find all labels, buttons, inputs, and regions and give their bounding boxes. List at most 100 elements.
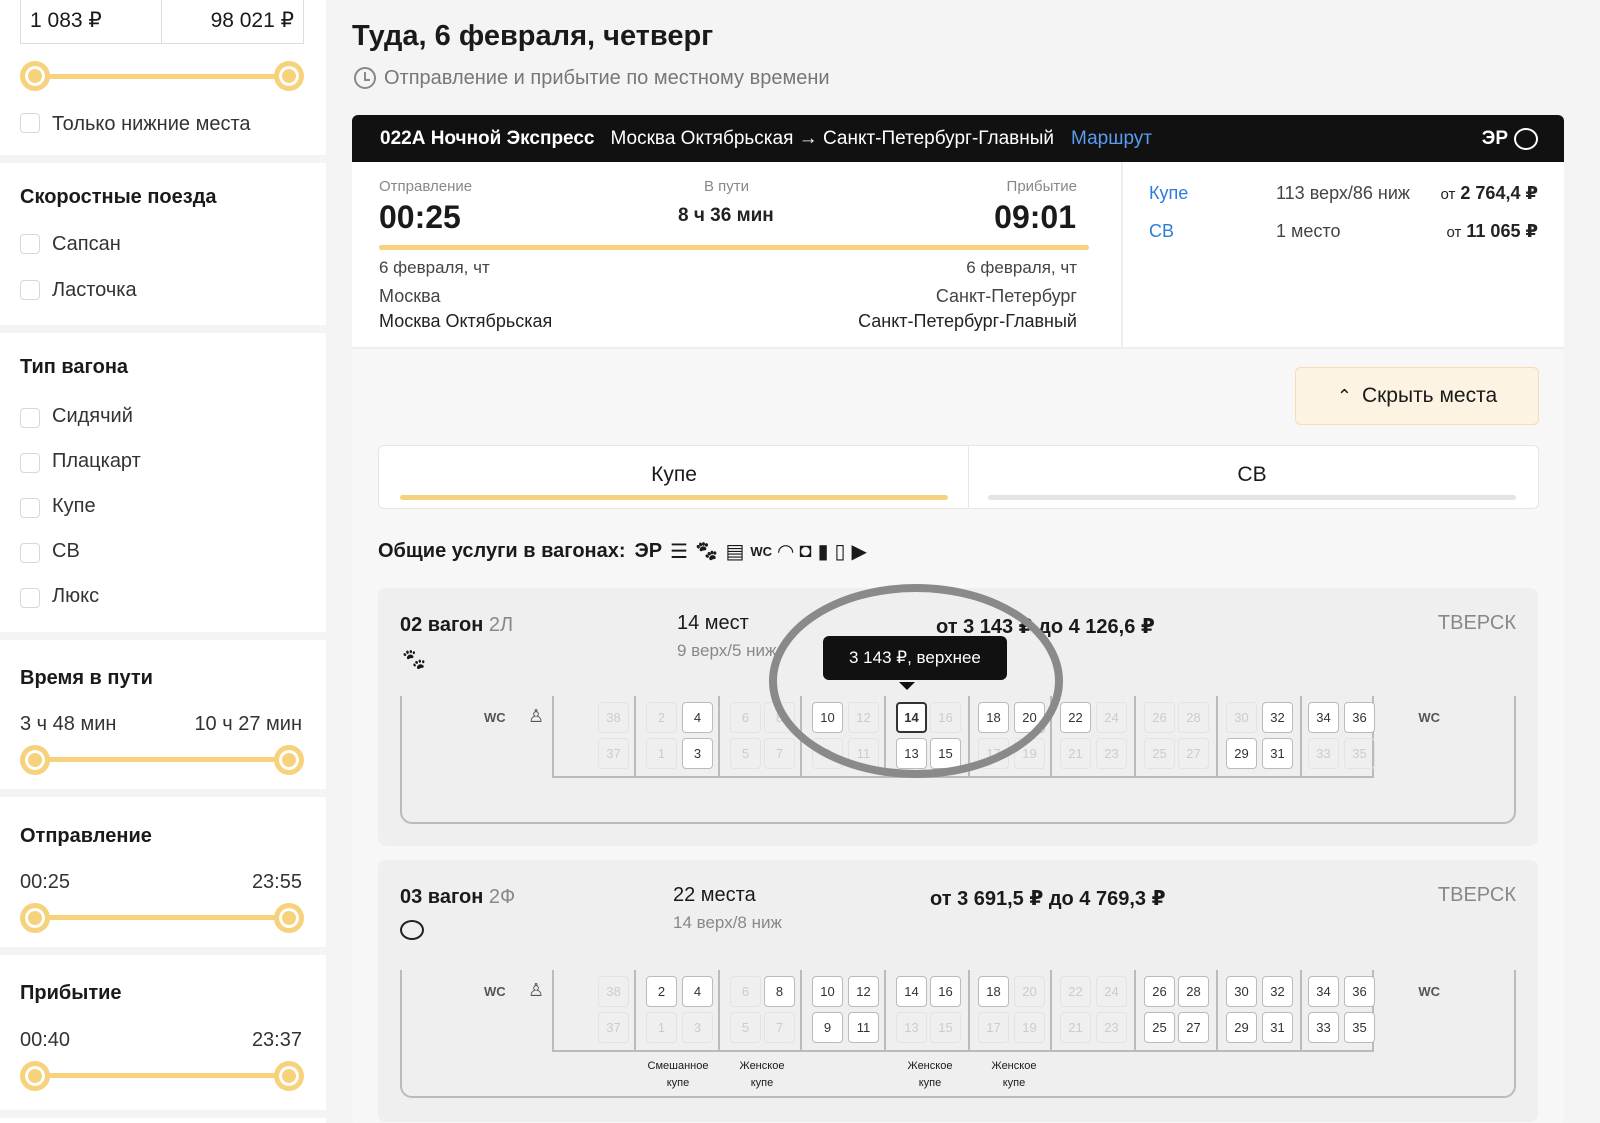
seat-26[interactable]: 26 xyxy=(1144,976,1175,1007)
arrival-max: 23:37 xyxy=(251,1029,302,1051)
seat-28[interactable]: 28 xyxy=(1178,976,1209,1007)
video-icon: ▶ xyxy=(851,541,867,563)
travel-time-max: 10 ч 27 мин xyxy=(194,713,302,735)
compartment-divider xyxy=(718,970,720,1052)
platzkart-checkbox[interactable] xyxy=(20,453,40,473)
seat-34[interactable]: 34 xyxy=(1308,702,1339,733)
arrival-city: Санкт-Петербург xyxy=(935,286,1077,306)
seat-8[interactable]: 8 xyxy=(764,976,795,1007)
fast-trains-heading: Скоростные поезда xyxy=(20,186,217,208)
seat-36[interactable]: 36 xyxy=(1344,976,1375,1007)
car-number: 03 вагон 2Ф xyxy=(400,886,516,908)
journey-progress-bar xyxy=(379,245,1089,250)
compartment-divider xyxy=(968,970,970,1052)
tab-kupe-indicator xyxy=(400,495,948,500)
lastochka-label: Ласточка xyxy=(52,279,137,301)
travel-time-min-handle[interactable] xyxy=(20,745,50,775)
arrival-track[interactable] xyxy=(34,1073,289,1078)
seat-3: 3 xyxy=(682,1012,713,1043)
sapsan-label: Сапсан xyxy=(52,233,121,255)
lastochka-checkbox[interactable] xyxy=(20,280,40,300)
price-min-value: 1 083 ₽ xyxy=(30,8,102,32)
wc-icon: WC xyxy=(750,544,773,559)
seat-30: 30 xyxy=(1226,702,1257,733)
seat-36[interactable]: 36 xyxy=(1344,702,1375,733)
seat-17: 17 xyxy=(978,1012,1009,1043)
price-slider-track[interactable] xyxy=(34,74,289,79)
seat-29[interactable]: 29 xyxy=(1226,1012,1257,1043)
departure-track[interactable] xyxy=(34,915,289,920)
seat-14[interactable]: 14 xyxy=(896,976,927,1007)
class-sv-price: от 11 065 ₽ xyxy=(1446,221,1539,241)
seat-12[interactable]: 12 xyxy=(848,976,879,1007)
lux-checkbox[interactable] xyxy=(20,588,40,608)
seat-31[interactable]: 31 xyxy=(1262,738,1293,769)
seat-35[interactable]: 35 xyxy=(1344,1012,1375,1043)
travel-time-max-handle[interactable] xyxy=(274,745,304,775)
seat-29[interactable]: 29 xyxy=(1226,738,1257,769)
seat-1: 1 xyxy=(646,1012,677,1043)
compartment-divider xyxy=(1300,970,1302,1052)
seat-2[interactable]: 2 xyxy=(646,976,677,1007)
seat-4[interactable]: 4 xyxy=(682,702,713,733)
seat-4[interactable]: 4 xyxy=(682,976,713,1007)
conductor-icon: ♙ xyxy=(528,980,545,1000)
seat-2: 2 xyxy=(646,702,677,733)
seat-7: 7 xyxy=(764,1012,795,1043)
seat-23: 23 xyxy=(1096,1012,1127,1043)
departure-min-handle[interactable] xyxy=(20,903,50,933)
compartment-floor xyxy=(552,776,1374,778)
departure-date: 6 февраля, чт xyxy=(379,258,490,277)
chevron-up-icon: ⌃ xyxy=(1336,385,1352,406)
seat-18[interactable]: 18 xyxy=(978,976,1009,1007)
seat-3[interactable]: 3 xyxy=(682,738,713,769)
price-min-handle[interactable] xyxy=(20,61,50,91)
seat-11[interactable]: 11 xyxy=(848,1012,879,1043)
price-max-field[interactable]: 98 021 ₽ xyxy=(161,0,304,44)
seat-33[interactable]: 33 xyxy=(1308,1012,1339,1043)
compartment-divider xyxy=(1050,970,1052,1052)
seat-32[interactable]: 32 xyxy=(1262,976,1293,1007)
hygiene-kit-icon: ▮ xyxy=(817,541,829,563)
departure-max-handle[interactable] xyxy=(274,903,304,933)
class-kupe-seats: 113 верх/86 ниж xyxy=(1276,183,1410,203)
seat-7: 7 xyxy=(764,738,795,769)
kupe-checkbox[interactable] xyxy=(20,498,40,518)
class-kupe-link[interactable]: Купе xyxy=(1149,183,1188,204)
seat-31[interactable]: 31 xyxy=(1262,1012,1293,1043)
seat-21: 21 xyxy=(1060,738,1091,769)
shower-icon: ▤ xyxy=(725,541,745,563)
seat-30[interactable]: 30 xyxy=(1226,976,1257,1007)
seat-9[interactable]: 9 xyxy=(812,1012,843,1043)
class-sv-link[interactable]: СВ xyxy=(1149,221,1174,242)
seat-10[interactable]: 10 xyxy=(812,976,843,1007)
car-scheme: WC ♙ WC 38 2 4 6 8 10 12 14 16 18 20 22 24 26 28 30 32 34… xyxy=(400,970,1516,1098)
price-max-handle[interactable] xyxy=(274,61,304,91)
arrival-max-handle[interactable] xyxy=(274,1061,304,1091)
sapsan-checkbox[interactable] xyxy=(20,234,40,254)
arrival-min-handle[interactable] xyxy=(20,1061,50,1091)
pets-icon: 🐾︎ xyxy=(400,647,428,672)
class-kupe-price: от 2 764,4 ₽ xyxy=(1440,183,1539,203)
route-link[interactable]: Маршрут xyxy=(1071,128,1152,150)
only-lower-checkbox[interactable] xyxy=(20,113,40,133)
seat-22[interactable]: 22 xyxy=(1060,702,1091,733)
seat-32[interactable]: 32 xyxy=(1262,702,1293,733)
car-seats-detail: 9 верх/5 ниж xyxy=(677,641,777,660)
hide-seats-button[interactable]: ⌃ Скрыть места xyxy=(1295,367,1539,425)
restaurant-icon xyxy=(1514,127,1538,150)
er-badge: ЭР xyxy=(1481,127,1508,149)
seating-checkbox[interactable] xyxy=(20,408,40,428)
seat-38: 38 xyxy=(598,976,629,1007)
seat-34[interactable]: 34 xyxy=(1308,976,1339,1007)
sv-checkbox[interactable] xyxy=(20,543,40,563)
car-seats-detail: 14 верх/8 ниж xyxy=(673,913,782,932)
arrival-label: Прибытие xyxy=(1006,178,1077,195)
seat-23: 23 xyxy=(1096,738,1127,769)
seat-16[interactable]: 16 xyxy=(930,976,961,1007)
seat-25[interactable]: 25 xyxy=(1144,1012,1175,1043)
travel-time-track[interactable] xyxy=(34,757,289,762)
seat-27[interactable]: 27 xyxy=(1178,1012,1209,1043)
price-min-field[interactable]: 1 083 ₽ xyxy=(20,0,162,44)
bed-linen-icon: ☰ xyxy=(670,541,689,563)
